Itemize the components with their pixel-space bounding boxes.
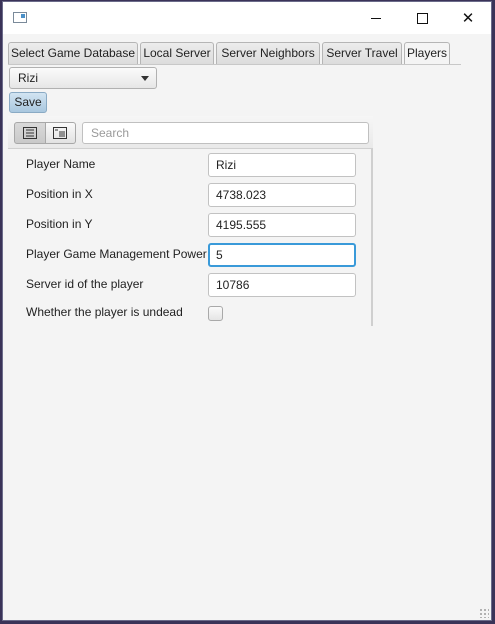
property-row-player-name: Player Name bbox=[8, 149, 368, 179]
property-row-server-id: Server id of the player bbox=[8, 269, 368, 299]
app-window: ✕ Select Game Database Local Server Serv… bbox=[2, 1, 492, 621]
position-y-label: Position in Y bbox=[26, 217, 93, 231]
chevron-down-icon bbox=[141, 76, 149, 81]
property-sheet-body: Player Name Position in X Position in Y … bbox=[8, 149, 373, 326]
server-id-label: Server id of the player bbox=[26, 277, 144, 291]
title-bar: ✕ bbox=[3, 2, 491, 34]
property-sheet: Player Name Position in X Position in Y … bbox=[8, 116, 373, 326]
category-view-button[interactable] bbox=[45, 122, 76, 144]
view-mode-toggle bbox=[14, 122, 76, 144]
position-y-field[interactable] bbox=[208, 213, 356, 237]
property-row-undead: Whether the player is undead bbox=[8, 299, 368, 329]
property-row-position-y: Position in Y bbox=[8, 209, 368, 239]
player-name-label: Player Name bbox=[26, 157, 96, 171]
player-name-field[interactable] bbox=[208, 153, 356, 177]
close-icon: ✕ bbox=[461, 8, 475, 27]
position-x-label: Position in X bbox=[26, 187, 93, 201]
tab-server-travel[interactable]: Server Travel bbox=[322, 42, 402, 64]
tab-select-game-database[interactable]: Select Game Database bbox=[8, 42, 138, 64]
maximize-icon bbox=[416, 12, 428, 24]
server-id-field[interactable] bbox=[208, 273, 356, 297]
management-power-field[interactable] bbox=[208, 243, 356, 267]
player-select-dropdown[interactable]: Rizi bbox=[9, 67, 157, 89]
property-sheet-divider bbox=[371, 149, 373, 326]
close-button[interactable]: ✕ bbox=[445, 2, 491, 34]
app-icon bbox=[13, 12, 27, 23]
property-row-position-x: Position in X bbox=[8, 179, 368, 209]
player-select-value: Rizi bbox=[18, 71, 38, 85]
search-input[interactable] bbox=[82, 122, 369, 144]
tab-players[interactable]: Players bbox=[404, 42, 450, 65]
tab-content-border bbox=[8, 64, 461, 65]
management-power-label: Player Game Management Power bbox=[26, 247, 207, 261]
minimize-button[interactable] bbox=[353, 2, 399, 34]
position-x-field[interactable] bbox=[208, 183, 356, 207]
property-sheet-toolbar bbox=[8, 116, 373, 149]
undead-checkbox[interactable] bbox=[208, 306, 223, 321]
list-view-button[interactable] bbox=[14, 122, 46, 144]
property-row-management-power: Player Game Management Power bbox=[8, 239, 368, 269]
undead-label: Whether the player is undead bbox=[26, 305, 183, 319]
minimize-icon bbox=[371, 17, 381, 19]
resize-grip[interactable] bbox=[479, 608, 489, 618]
tab-bar: Select Game Database Local Server Server… bbox=[8, 42, 461, 65]
save-button[interactable]: Save bbox=[9, 92, 47, 113]
tab-local-server[interactable]: Local Server bbox=[140, 42, 214, 64]
list-view-icon bbox=[22, 127, 37, 139]
tab-server-neighbors[interactable]: Server Neighbors bbox=[216, 42, 320, 64]
category-view-icon bbox=[53, 127, 68, 139]
maximize-button[interactable] bbox=[399, 2, 445, 34]
